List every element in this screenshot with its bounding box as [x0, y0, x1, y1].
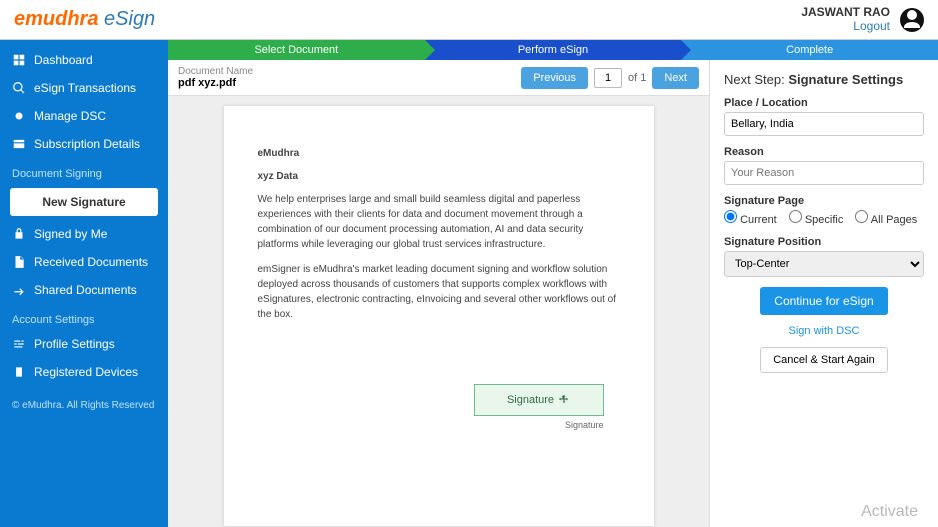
document-scroll[interactable]: eMudhra xyz Data We help enterprises lar…	[168, 96, 709, 527]
step-perform-esign[interactable]: Perform eSign	[425, 40, 682, 60]
doc-paragraph: emSigner is eMudhra's market leading doc…	[258, 262, 620, 322]
sidebar-item-transactions[interactable]: eSign Transactions	[0, 74, 168, 102]
sigpage-all-label: All Pages	[871, 214, 917, 226]
doc-heading-1: eMudhra	[258, 146, 620, 161]
reason-label: Reason	[724, 146, 924, 158]
sigpos-label: Signature Position	[724, 236, 924, 248]
sidebar-item-label: Manage DSC	[34, 109, 106, 123]
logo-product: eSign	[104, 8, 155, 30]
document-page: eMudhra xyz Data We help enterprises lar…	[224, 106, 654, 526]
sidebar-item-subscription[interactable]: Subscription Details	[0, 130, 168, 158]
sidebar-item-label: Registered Devices	[34, 365, 138, 379]
sidebar-item-label: Signed by Me	[34, 227, 107, 241]
avatar[interactable]	[900, 8, 924, 32]
sidebar-item-dashboard[interactable]: Dashboard	[0, 46, 168, 74]
document-area: Document Name pdf xyz.pdf Previous of 1 …	[168, 60, 710, 527]
sidebar-item-label: Profile Settings	[34, 337, 115, 351]
stepper: Select Document Perform eSign Complete	[168, 40, 938, 60]
move-icon	[558, 394, 570, 406]
cancel-start-again-button[interactable]: Cancel & Start Again	[760, 347, 888, 373]
sigpos-select[interactable]: Top-Center	[724, 251, 924, 277]
sidebar-item-manage-dsc[interactable]: Manage DSC	[0, 102, 168, 130]
sign-with-dsc-link[interactable]: Sign with DSC	[724, 325, 924, 337]
doc-heading-2: xyz Data	[258, 169, 620, 184]
sidebar-section-docs: Document Signing	[0, 158, 168, 184]
sidebar-item-profile[interactable]: Profile Settings	[0, 330, 168, 358]
doc-paragraph: We help enterprises large and small buil…	[258, 192, 620, 252]
next-button[interactable]: Next	[652, 67, 699, 89]
sliders-icon	[12, 337, 26, 351]
step-select-document[interactable]: Select Document	[168, 40, 425, 60]
sidebar-item-devices[interactable]: Registered Devices	[0, 358, 168, 386]
device-icon	[12, 365, 26, 379]
sigpage-specific-label: Specific	[805, 214, 844, 226]
search-icon	[12, 81, 26, 95]
document-name-label: Document Name	[178, 66, 253, 77]
sigpage-specific-radio[interactable]	[789, 210, 802, 223]
sidebar-item-label: Received Documents	[34, 255, 148, 269]
sidebar-item-label: Subscription Details	[34, 137, 140, 151]
settings-title-main: Signature Settings	[788, 72, 903, 87]
document-toolbar: Document Name pdf xyz.pdf Previous of 1 …	[168, 60, 709, 96]
sidebar-item-received[interactable]: Received Documents	[0, 248, 168, 276]
card-icon	[12, 137, 26, 151]
continue-button[interactable]: Continue for eSign	[760, 287, 887, 315]
signature-placeholder[interactable]: Signature	[474, 384, 604, 416]
sigpage-current-label: Current	[740, 214, 777, 226]
sidebar: Dashboard eSign Transactions Manage DSC …	[0, 40, 168, 527]
signature-placeholder-label: Signature	[507, 392, 554, 409]
app-logo: emudhra eSign	[14, 8, 155, 31]
sidebar-item-signed-by-me[interactable]: Signed by Me	[0, 220, 168, 248]
grid-icon	[12, 53, 26, 67]
app-header: emudhra eSign JASWANT RAO Logout	[0, 0, 938, 40]
record-icon	[12, 109, 26, 123]
sidebar-item-label: Shared Documents	[34, 283, 137, 297]
document-name: pdf xyz.pdf	[178, 77, 253, 89]
signature-caption: Signature	[565, 419, 604, 433]
place-label: Place / Location	[724, 97, 924, 109]
place-input[interactable]	[724, 112, 924, 136]
step-complete[interactable]: Complete	[681, 40, 938, 60]
sidebar-item-label: eSign Transactions	[34, 81, 136, 95]
file-icon	[12, 255, 26, 269]
sigpage-current-radio[interactable]	[724, 210, 737, 223]
share-icon	[12, 283, 26, 297]
sigpage-label: Signature Page	[724, 195, 924, 207]
logout-link[interactable]: Logout	[801, 20, 890, 33]
sidebar-item-label: Dashboard	[34, 53, 93, 67]
user-icon	[900, 8, 924, 32]
sidebar-item-shared[interactable]: Shared Documents	[0, 276, 168, 304]
sidebar-copyright: © eMudhra. All Rights Reserved	[0, 386, 168, 425]
logo-brand: emudhra	[14, 8, 98, 30]
page-of-label: of 1	[628, 72, 646, 84]
reason-input[interactable]	[724, 161, 924, 185]
signature-settings-panel: Next Step: Signature Settings Place / Lo…	[710, 60, 938, 527]
settings-title-prefix: Next Step:	[724, 72, 785, 87]
sigpage-all-radio[interactable]	[855, 210, 868, 223]
previous-button[interactable]: Previous	[521, 67, 588, 89]
page-input[interactable]	[594, 68, 622, 88]
settings-title: Next Step: Signature Settings	[724, 72, 924, 87]
sidebar-section-acct: Account Settings	[0, 304, 168, 330]
header-user-name: JASWANT RAO	[801, 6, 890, 19]
new-signature-button[interactable]: New Signature	[10, 188, 158, 216]
lock-icon	[12, 227, 26, 241]
